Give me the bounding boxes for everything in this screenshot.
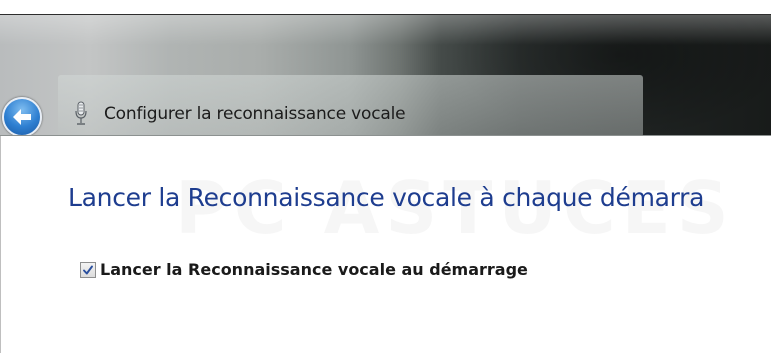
startup-checkbox-label[interactable]: Lancer la Reconnaissance vocale au démar…	[100, 260, 528, 279]
wizard-content: PC ASTUCES Lancer la Reconnaissance voca…	[0, 136, 771, 353]
wizard-window: Configurer la reconnaissance vocale PC A…	[0, 0, 771, 353]
page-heading: Lancer la Reconnaissance vocale à chaque…	[68, 183, 705, 212]
window-title: Configurer la reconnaissance vocale	[104, 104, 406, 124]
title-bar: Configurer la reconnaissance vocale	[0, 14, 771, 137]
startup-checkbox[interactable]	[80, 262, 96, 278]
back-button[interactable]	[2, 97, 42, 137]
window-left-border	[0, 136, 1, 353]
window-top-edge	[0, 0, 771, 14]
microphone-icon	[75, 101, 87, 125]
checkmark-icon	[83, 265, 93, 275]
back-arrow-icon	[13, 109, 31, 125]
